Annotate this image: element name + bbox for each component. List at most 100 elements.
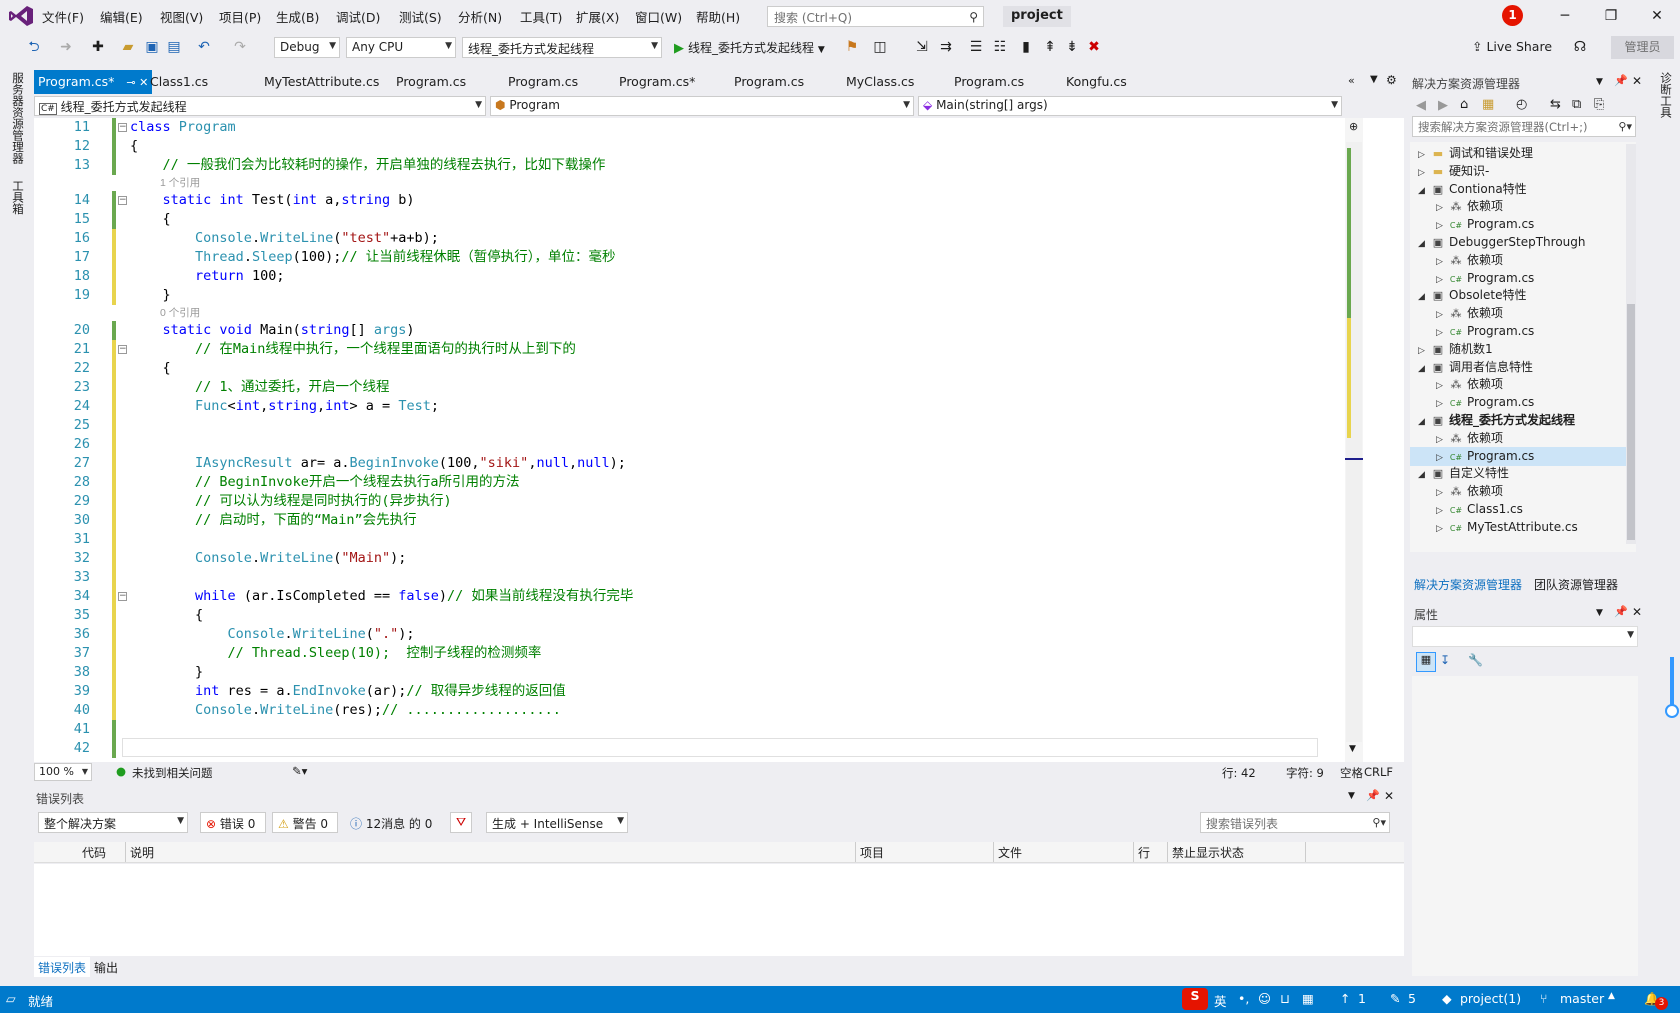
show-all-files-icon[interactable]: ⎘ [1594, 97, 1604, 112]
column-header[interactable]: 代码 [78, 842, 126, 862]
menu-item[interactable]: 窗口(W) [629, 0, 688, 32]
column-header[interactable]: 文件 [994, 842, 1134, 862]
tree-item[interactable]: ◢ ▣ Contiona特性 [1410, 180, 1634, 199]
scope-select[interactable]: 整个解决方案 ▼ [38, 812, 188, 833]
ime-punctuation-icon[interactable]: •, [1238, 991, 1249, 1006]
ime-language[interactable]: 英 [1214, 991, 1227, 1010]
code-line[interactable]: } [130, 286, 171, 305]
collapse-icon[interactable]: − [118, 196, 127, 205]
solution-tree[interactable]: ▷ ▬ 调试和错误处理 ▷ ▬ 硬知识- ◢ ▣ Contiona特性 ▷ ⁂ 依赖项 ▷ C# Progr… [1410, 142, 1636, 552]
menu-item[interactable]: 视图(V) [154, 0, 209, 32]
tree-scrollbar[interactable] [1626, 144, 1636, 544]
tree-item[interactable]: ▷ ⁂ 依赖项 [1410, 251, 1634, 270]
panel-menu-icon[interactable]: ▼ [1596, 77, 1603, 87]
code-line[interactable]: { [130, 606, 203, 625]
expand-icon[interactable]: ▷ [1436, 520, 1448, 539]
slider-handle[interactable] [1665, 704, 1679, 718]
filter-icon[interactable]: ⛛ [450, 812, 472, 833]
column-header[interactable]: 行 [1134, 842, 1168, 862]
code-line[interactable]: Thread.Sleep(100);// 让当前线程休眠（暂停执行），单位：毫秒 [130, 248, 615, 267]
forward-icon[interactable]: ▶ [1438, 98, 1448, 113]
prev-bookmark-icon[interactable]: ⇞ [1040, 37, 1060, 57]
tree-item[interactable]: ▷ ⁂ 依赖项 [1410, 375, 1634, 394]
menu-item[interactable]: 帮助(H) [690, 0, 746, 32]
branch-name[interactable]: master [1560, 991, 1604, 1006]
emoji-icon[interactable]: ☺ [1258, 991, 1271, 1006]
close-icon[interactable]: ✕ [1384, 789, 1394, 803]
tree-item[interactable]: ▷ C# Program.cs [1410, 322, 1634, 341]
code-line[interactable]: } [130, 663, 203, 682]
code-line[interactable]: class Program [130, 118, 236, 137]
code-line[interactable]: static void Main(string[] args) [130, 321, 415, 340]
tab-pin-close-icon[interactable]: ⊸ ✕ [126, 76, 148, 89]
collapse-icon[interactable]: − [118, 345, 127, 354]
code-editor[interactable]: 11 − 12 13 14 − 15 16 17 18 19 20 21 − 22 23 24 25 26 27 28 2… [34, 118, 1404, 762]
whitespace-indicator[interactable]: 空格 [1340, 765, 1363, 781]
scroll-down-icon[interactable]: ▼ [1349, 744, 1356, 754]
column-header[interactable]: 禁止显示状态 [1168, 842, 1306, 862]
restore-icon[interactable]: ❐ [1588, 4, 1634, 28]
code-line[interactable]: // 1、通过委托，开启一个线程 [130, 378, 390, 397]
split-icon[interactable]: ⊕ [1349, 120, 1358, 133]
tree-item[interactable]: ▷ ⁂ 依赖项 [1410, 197, 1634, 216]
tab-solution-explorer[interactable]: 解决方案资源管理器 [1414, 576, 1522, 593]
output-window-icon[interactable]: ▱ [6, 991, 16, 1006]
notification-badge[interactable]: 1 [1502, 5, 1523, 26]
error-list-body[interactable] [34, 864, 1404, 956]
tree-item[interactable]: ▷ C# Program.cs [1410, 269, 1634, 288]
pending-changes-icon[interactable]: ◴ [1516, 97, 1527, 112]
open-folder-icon[interactable]: ▰ [118, 37, 138, 57]
tree-item[interactable]: ▷ ⁂ 依赖项 [1410, 482, 1634, 501]
toolbox-tab[interactable]: 工具箱 [10, 180, 26, 215]
pin-icon[interactable]: 📌 [1614, 605, 1628, 618]
tab-team-explorer[interactable]: 团队资源管理器 [1534, 576, 1618, 593]
document-tab[interactable]: Class1.cs [150, 70, 208, 94]
tree-item[interactable]: ◢ ▣ DebuggerStepThrough [1410, 233, 1634, 252]
document-tab[interactable]: Program.cs [734, 70, 804, 94]
project-nav-select[interactable]: C# 线程_委托方式发起线程 ▼ [34, 96, 486, 116]
code-line[interactable]: return 100; [130, 267, 284, 286]
column-header[interactable]: 项目 [856, 842, 994, 862]
member-nav-select[interactable]: ⬙ Main(string[] args) ▼ [918, 96, 1342, 116]
new-project-icon[interactable]: ✚ [88, 37, 108, 57]
build-source-select[interactable]: 生成 + IntelliSense ▼ [486, 812, 628, 833]
tree-item[interactable]: ▷ C# Program.cs [1410, 215, 1634, 234]
menu-item[interactable]: 生成(B) [270, 0, 325, 32]
code-line[interactable]: // 可以认为线程是同时执行的(异步执行) [130, 492, 452, 511]
tree-item[interactable]: ▷ C# Class1.cs [1410, 500, 1634, 519]
code-line[interactable]: // BeginInvoke开启一个线程去执行a所引用的方法 [130, 473, 519, 492]
code-line[interactable]: Console.WriteLine("Main"); [130, 549, 406, 568]
messages-filter-button[interactable]: ⓘ 12消息 的 0 [344, 812, 436, 833]
tab-list-icon[interactable]: ▼ [1370, 74, 1378, 85]
pin-icon[interactable]: 📌 [1366, 789, 1380, 802]
collapse-icon[interactable]: − [118, 123, 127, 132]
feedback-icon[interactable]: ☊ [1570, 37, 1590, 57]
code-line[interactable]: int res = a.EndInvoke(ar);// 取得异步线程的返回值 [130, 682, 566, 701]
redo-icon[interactable]: ↷ [230, 37, 250, 57]
tab-error-list[interactable]: 错误列表 [34, 957, 91, 977]
pending-edits[interactable]: 5 [1408, 991, 1416, 1006]
code-line[interactable]: // Thread.Sleep(10); 控制子线程的检测频率 [130, 644, 542, 663]
tree-item[interactable]: ▷ C# Program.cs [1410, 446, 1634, 466]
back-icon[interactable]: ◀ [1416, 98, 1426, 113]
unpushed-commits[interactable]: 1 [1358, 991, 1366, 1006]
code-line[interactable]: { [130, 137, 138, 156]
errors-filter-button[interactable]: ⊗ 错误 0 [200, 812, 266, 833]
panel-menu-icon[interactable]: ▼ [1596, 608, 1603, 618]
menu-item[interactable]: 编辑(E) [94, 0, 149, 32]
save-all-icon[interactable]: ▤ [164, 37, 184, 57]
start-debugging-button[interactable]: ▶ 线程_委托方式发起线程 ▼ [670, 37, 829, 58]
code-lens-references[interactable]: 1 个引用 [160, 176, 200, 190]
tree-item[interactable]: ▷ ▬ 调试和错误处理 [1410, 144, 1634, 163]
indent-icon[interactable]: ☰ [966, 37, 986, 57]
scroll-tabs-icon[interactable]: « [1348, 74, 1355, 87]
menu-item[interactable]: 工具(T) [514, 0, 568, 32]
menu-item[interactable]: 测试(S) [393, 0, 448, 32]
code-line[interactable]: Console.WriteLine("test"+a+b); [130, 229, 439, 248]
menu-item[interactable]: 调试(D) [330, 0, 386, 32]
tree-item[interactable]: ▷ ▬ 硬知识- [1410, 162, 1634, 181]
code-line[interactable]: // 一般我们会为比较耗时的操作，开启单独的线程去执行，比如下载操作 [130, 156, 606, 175]
forward-icon[interactable]: ➜ [56, 37, 76, 57]
line-ending-indicator[interactable]: CRLF [1364, 765, 1393, 779]
properties-grid[interactable] [1412, 676, 1638, 976]
